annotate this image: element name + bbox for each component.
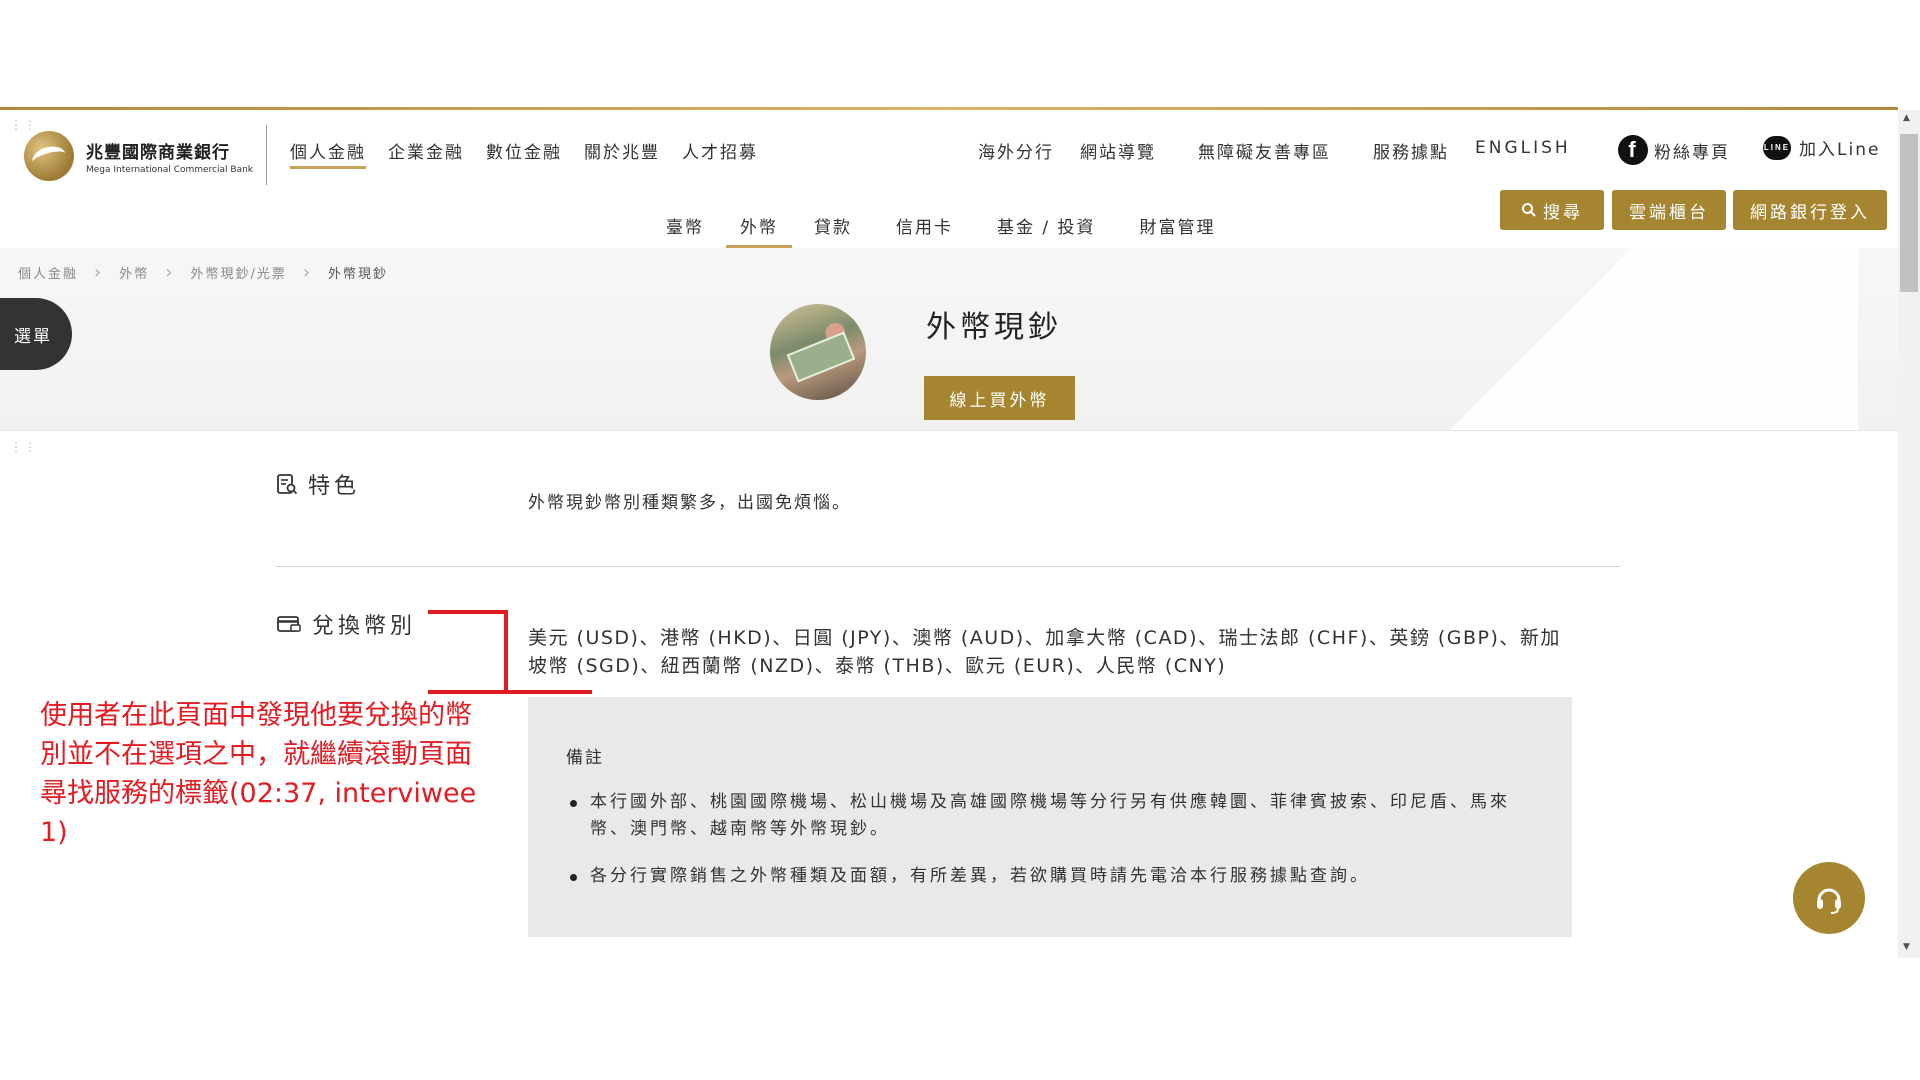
currency-list: 美元 (USD)、港幣 (HKD)、日圓 (JPY)、澳幣 (AUD)、加拿大幣…: [528, 627, 1561, 677]
sub-nav-loans[interactable]: 貸款: [814, 213, 852, 248]
util-overseas-branches[interactable]: 海外分行: [978, 138, 1054, 163]
drag-grip-icon: ⋮⋮: [10, 440, 38, 454]
notes-title: 備註: [566, 748, 604, 768]
facebook-link[interactable]: f 粉絲專頁: [1618, 135, 1730, 165]
chevron-right-icon: ›: [165, 262, 175, 283]
headset-icon: [1817, 888, 1841, 914]
line-label: 加入Line: [1799, 140, 1881, 160]
notes-list: 本行國外部、桃園國際機場、松山機場及高雄國際機場等分行另有供應韓圜、菲律賓披索、…: [566, 789, 1526, 910]
section-divider: [276, 566, 1620, 567]
line-icon: LINE: [1763, 135, 1791, 160]
bank-name-cn: 兆豐國際商業銀行: [86, 142, 230, 163]
main-nav-personal[interactable]: 個人金融: [290, 138, 366, 169]
breadcrumb: 個人金融 › 外幣 › 外幣現鈔/光票 › 外幣現鈔: [18, 262, 388, 283]
card-icon: [277, 616, 301, 632]
buy-foreign-currency-button[interactable]: 線上買外幣: [924, 376, 1075, 420]
main-nav-about[interactable]: 關於兆豐: [584, 138, 660, 169]
feature-section-label: 特色: [276, 468, 360, 500]
header-divider: [266, 125, 267, 185]
main-nav: 個人金融 企業金融 數位金融 關於兆豐 人才招募: [290, 138, 758, 169]
drag-grip-icon: ⋮⋮: [10, 118, 38, 132]
facebook-icon: f: [1618, 135, 1648, 165]
main-nav-careers[interactable]: 人才招募: [682, 138, 758, 169]
annotation-bracket: [428, 610, 508, 694]
main-nav-digital[interactable]: 數位金融: [486, 138, 562, 169]
breadcrumb-personal[interactable]: 個人金融: [18, 263, 78, 282]
cloud-counter-button[interactable]: 雲端櫃台: [1612, 190, 1726, 230]
scroll-up-arrow-icon[interactable]: ▲: [1903, 113, 1910, 123]
document-search-icon: [277, 474, 298, 495]
main-nav-corporate[interactable]: 企業金融: [388, 138, 464, 169]
ebank-login-button[interactable]: 網路銀行登入: [1733, 190, 1887, 230]
breadcrumb-foreign[interactable]: 外幣: [119, 263, 149, 282]
sub-nav-foreign-currency[interactable]: 外幣: [726, 213, 792, 248]
note-item: 各分行實際銷售之外幣種類及面額，有所差異，若欲購買時請先電洽本行服務據點查詢。: [566, 863, 1526, 890]
facebook-label: 粉絲專頁: [1654, 142, 1730, 163]
header-top-line: [0, 107, 1898, 110]
breadcrumb-current: 外幣現鈔: [328, 267, 389, 282]
util-english[interactable]: ENGLISH: [1475, 138, 1571, 163]
note-item: 本行國外部、桃園國際機場、松山機場及高雄國際機場等分行另有供應韓圜、菲律賓披索、…: [566, 789, 1526, 843]
search-icon: [1522, 203, 1536, 217]
menu-toggle-button[interactable]: 選單: [0, 298, 72, 370]
scroll-down-arrow-icon[interactable]: ▼: [1903, 942, 1910, 952]
sub-nav-funds[interactable]: 基金 / 投資: [997, 213, 1096, 248]
utility-nav: 海外分行 網站導覽 無障礙友善專區 服務據點 ENGLISH: [978, 138, 1571, 163]
search-button-label: 搜尋: [1543, 202, 1583, 223]
hero-decoration: [1298, 248, 1858, 430]
feature-label: 特色: [308, 474, 361, 499]
bank-logo[interactable]: 兆豐國際商業銀行 Mega International Commercial B…: [24, 131, 253, 181]
util-accessibility[interactable]: 無障礙友善專區: [1198, 138, 1331, 163]
scrollbar-thumb[interactable]: [1900, 134, 1918, 292]
search-button[interactable]: 搜尋: [1500, 190, 1604, 230]
sub-nav-credit-card[interactable]: 信用卡: [896, 213, 953, 248]
bank-logo-icon: [24, 131, 74, 181]
sub-nav-wealth[interactable]: 財富管理: [1140, 213, 1216, 248]
exchange-section-label: 兌換幣別: [276, 608, 416, 640]
exchange-label: 兌換幣別: [312, 614, 417, 639]
customer-service-chat-button[interactable]: [1793, 862, 1865, 934]
sub-nav-twd[interactable]: 臺幣: [666, 213, 704, 248]
notes-box: 備註 本行國外部、桃園國際機場、松山機場及高雄國際機場等分行另有供應韓圜、菲律賓…: [528, 697, 1572, 937]
feature-text: 外幣現鈔幣別種類繁多，出國免煩惱。: [528, 493, 851, 513]
line-link[interactable]: LINE 加入Line: [1763, 135, 1880, 160]
hero-image: [770, 304, 866, 400]
util-site-map[interactable]: 網站導覽: [1080, 138, 1156, 163]
util-service-locations[interactable]: 服務據點: [1373, 138, 1449, 163]
breadcrumb-cash[interactable]: 外幣現鈔/光票: [190, 263, 286, 282]
annotation-text: 使用者在此頁面中發現他要兌換的幣別並不在選項之中，就繼續滾動頁面尋找服務的標籤(…: [40, 700, 477, 848]
page-title: 外幣現鈔: [926, 310, 1062, 345]
chevron-right-icon: ›: [302, 262, 313, 283]
bank-name-en: Mega International Commercial Bank: [86, 164, 253, 175]
sub-nav: 臺幣 外幣 貸款 信用卡 基金 / 投資 財富管理: [666, 213, 1216, 248]
annotation-bracket-tail: [508, 690, 592, 694]
chevron-right-icon: ›: [94, 262, 104, 283]
